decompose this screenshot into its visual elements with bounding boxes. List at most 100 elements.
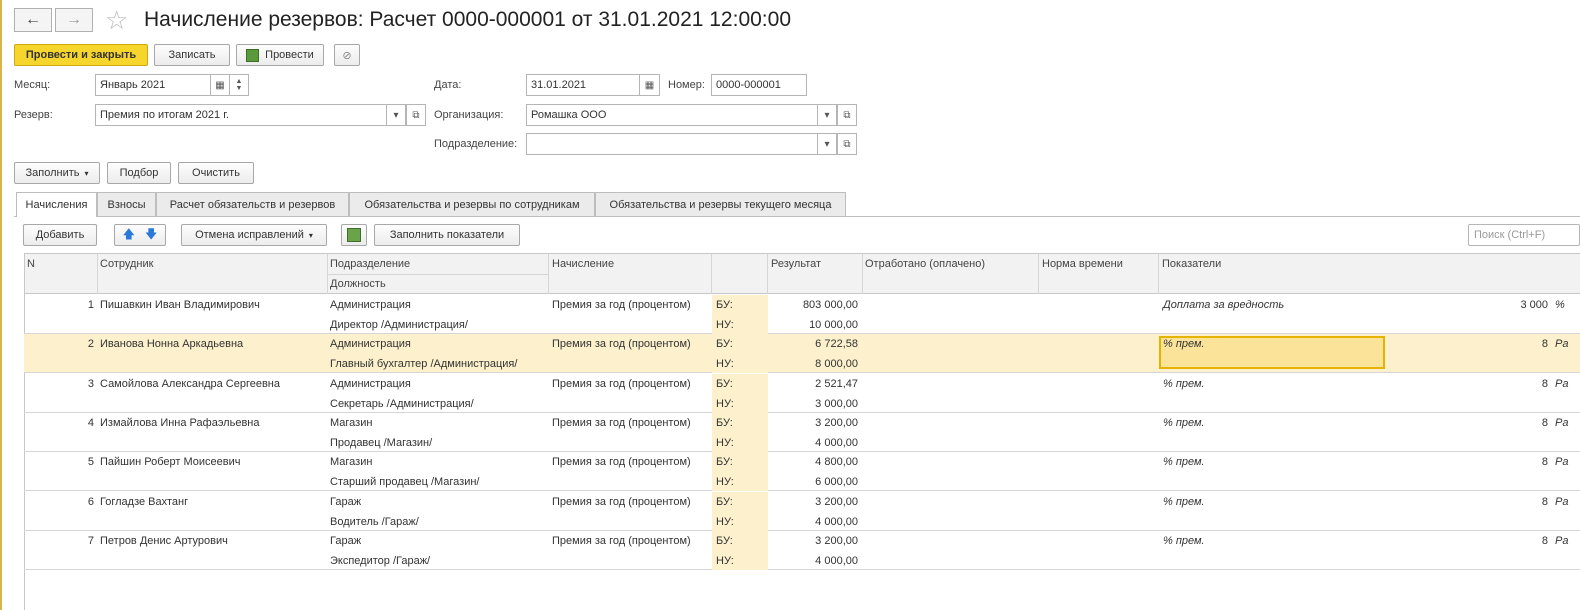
- row-number: 1: [87, 299, 94, 311]
- table-row[interactable]: 3 Самойлова Александра Сергеевна Администр…: [24, 374, 1580, 413]
- result-nu: 4 000,00: [815, 516, 858, 528]
- col-result[interactable]: Результат: [771, 258, 821, 270]
- col-indicators[interactable]: Показатели: [1162, 258, 1221, 270]
- position-name: Экспедитор /Гараж/: [330, 555, 431, 567]
- position-name: Главный бухгалтер /Администрация/: [330, 358, 518, 370]
- arrow-up-icon[interactable]: 🡅: [123, 225, 135, 246]
- fill-dropdown-button[interactable]: Заполнить ▾: [14, 162, 100, 184]
- arrow-down-icon[interactable]: 🡇: [145, 225, 157, 246]
- tab-accruals[interactable]: Начисления: [16, 192, 97, 217]
- chevron-down-icon[interactable]: ▾: [386, 104, 406, 126]
- tab-contributions[interactable]: Взносы: [97, 192, 156, 216]
- chevron-down-icon[interactable]: ▾: [817, 133, 837, 155]
- table-header: N Сотрудник Подразделение Должность Начи…: [25, 254, 1580, 294]
- pick-button[interactable]: Подбор: [107, 162, 171, 184]
- date-field[interactable]: 31.01.2021: [526, 74, 640, 96]
- calendar-icon[interactable]: ▦: [639, 74, 660, 96]
- accrual-name: Премия за год (процентом): [552, 299, 691, 311]
- result-nu: 10 000,00: [809, 319, 858, 331]
- bu-label: БУ:: [716, 456, 733, 468]
- accrual-name: Премия за год (процентом): [552, 496, 691, 508]
- col-n[interactable]: N: [27, 258, 35, 270]
- row-number: 5: [87, 456, 94, 468]
- bu-label: БУ:: [716, 496, 733, 508]
- position-name: Секретарь /Администрация/: [330, 398, 474, 410]
- table-row[interactable]: 5 Пайшин Роберт Моисеевич Магазин Старший п…: [24, 452, 1580, 491]
- move-buttons: 🡅 🡇: [114, 224, 166, 246]
- row-number: 7: [87, 535, 94, 547]
- table-row[interactable]: 2 Иванова Нонна Аркадьевна Администрация Гл…: [24, 334, 1580, 373]
- indicator-name: % прем.: [1163, 338, 1205, 350]
- clear-button[interactable]: Очистить: [178, 162, 254, 184]
- employee-name: Гогладзе Вахтанг: [100, 496, 189, 508]
- nu-label: НУ:: [716, 398, 734, 410]
- save-button[interactable]: Записать: [154, 44, 230, 66]
- result-nu: 8 000,00: [815, 358, 858, 370]
- result-nu: 3 000,00: [815, 398, 858, 410]
- col-position[interactable]: Должность: [330, 278, 386, 290]
- fill-indicators-button[interactable]: Заполнить показатели: [374, 224, 520, 246]
- open-icon[interactable]: ⧉: [837, 104, 857, 126]
- chevron-down-icon[interactable]: ▾: [817, 104, 837, 126]
- col-employee[interactable]: Сотрудник: [100, 258, 153, 270]
- col-norm[interactable]: Норма времени: [1042, 258, 1123, 270]
- month-spinner[interactable]: ▲ ▼: [229, 74, 249, 96]
- tab-calc-obligations[interactable]: Расчет обязательств и резервов: [156, 192, 349, 216]
- indicator-name: % прем.: [1163, 378, 1205, 390]
- accrual-name: Премия за год (процентом): [552, 417, 691, 429]
- back-button[interactable]: ←: [14, 8, 52, 32]
- calendar-icon[interactable]: ▦: [210, 74, 230, 96]
- tabs-baseline: [14, 216, 1580, 217]
- indicator-extra: Ра: [1555, 456, 1569, 468]
- tab-obligations-employees[interactable]: Обязательства и резервы по сотрудникам: [349, 192, 595, 216]
- page-title: Начисление резервов: Расчет 0000-000001 …: [144, 8, 792, 31]
- attach-button[interactable]: ⊘: [334, 44, 360, 66]
- month-field[interactable]: Январь 2021: [95, 74, 211, 96]
- post-button[interactable]: Провести: [236, 44, 324, 66]
- reserve-field[interactable]: Премия по итогам 2021 г.: [95, 104, 387, 126]
- indicator-value: 8: [1541, 535, 1548, 547]
- star-icon[interactable]: ☆: [105, 5, 128, 36]
- department-label: Подразделение:: [434, 138, 518, 150]
- organization-field[interactable]: Ромашка ООО: [526, 104, 818, 126]
- employee-name: Петров Денис Артурович: [100, 535, 228, 547]
- table-row[interactable]: 6 Гогладзе Вахтанг Гараж Водитель /Гараж/Пр…: [24, 492, 1580, 531]
- table-settings-button[interactable]: [341, 224, 367, 246]
- result-bu: 3 200,00: [815, 417, 858, 429]
- table-row[interactable]: 1 Пишавкин Иван Владимирович Администрация…: [24, 295, 1580, 334]
- employee-name: Пишавкин Иван Владимирович: [100, 299, 260, 311]
- result-bu: 3 200,00: [815, 496, 858, 508]
- employee-name: Пайшин Роберт Моисеевич: [100, 456, 241, 468]
- row-number: 2: [87, 338, 94, 350]
- table-row[interactable]: 7 Петров Денис Артурович Гараж Экспедитор /…: [24, 531, 1580, 570]
- cancel-corrections-label: Отмена исправлений: [195, 229, 304, 241]
- result-nu: 6 000,00: [815, 476, 858, 488]
- reserve-label: Резерв:: [14, 109, 53, 121]
- open-icon[interactable]: ⧉: [406, 104, 426, 126]
- department-name: Администрация: [330, 338, 411, 350]
- department-name: Магазин: [330, 417, 373, 429]
- tab-obligations-current-month[interactable]: Обязательства и резервы текущего месяца: [595, 192, 846, 216]
- table-row[interactable]: 4 Измайлова Инна Рафаэльевна Магазин Продав…: [24, 413, 1580, 452]
- department-field[interactable]: [526, 133, 818, 155]
- cancel-corrections-button[interactable]: Отмена исправлений ▾: [181, 224, 327, 246]
- forward-button[interactable]: →: [55, 8, 93, 32]
- col-accrual[interactable]: Начисление: [552, 258, 614, 270]
- department-name: Администрация: [330, 299, 411, 311]
- nu-label: НУ:: [716, 358, 734, 370]
- col-worked[interactable]: Отработано (оплачено): [865, 258, 985, 270]
- open-icon[interactable]: ⧉: [837, 133, 857, 155]
- post-and-close-button[interactable]: Провести и закрыть: [14, 44, 148, 66]
- employee-name: Иванова Нонна Аркадьевна: [100, 338, 244, 350]
- result-bu: 6 722,58: [815, 338, 858, 350]
- indicator-extra: Ра: [1555, 338, 1569, 350]
- bu-label: БУ:: [716, 378, 733, 390]
- accrual-name: Премия за год (процентом): [552, 535, 691, 547]
- col-department[interactable]: Подразделение: [330, 258, 410, 270]
- search-input[interactable]: Поиск (Ctrl+F): [1468, 224, 1580, 246]
- result-nu: 4 000,00: [815, 555, 858, 567]
- add-button[interactable]: Добавить: [23, 224, 97, 246]
- indicator-value: 8: [1541, 456, 1548, 468]
- indicator-extra: Ра: [1555, 535, 1569, 547]
- number-field[interactable]: 0000-000001: [711, 74, 807, 96]
